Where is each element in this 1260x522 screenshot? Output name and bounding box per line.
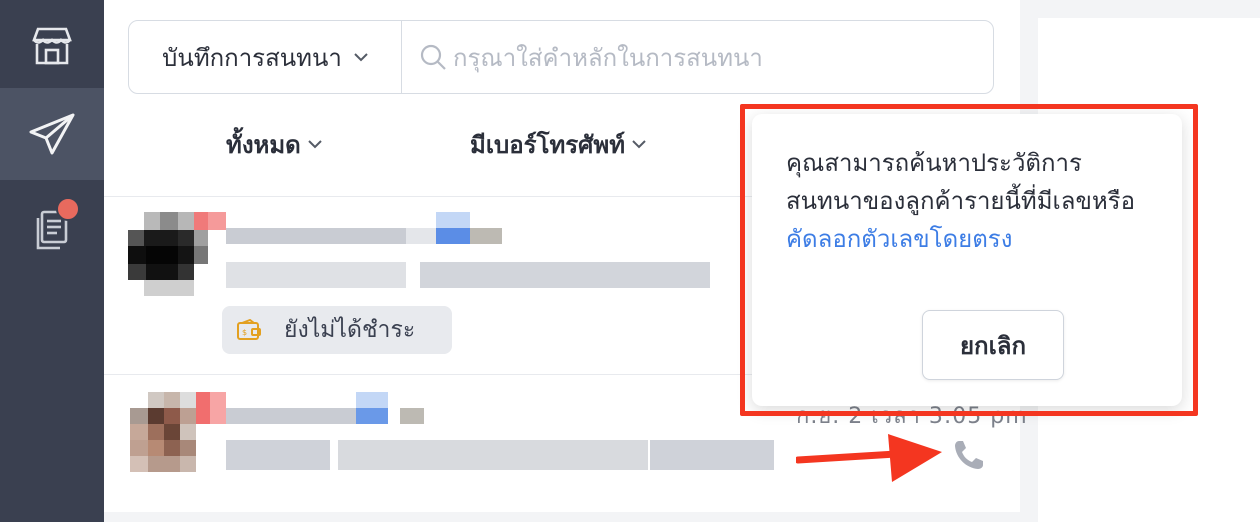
status-badge: $ ยังไม่ได้ชำระ xyxy=(222,306,452,354)
filter-phone[interactable]: มีเบอร์โทรศัพท์ xyxy=(470,124,647,164)
paper-plane-icon xyxy=(29,113,75,155)
sidebar-item-messages[interactable] xyxy=(0,88,104,180)
chevron-down-icon xyxy=(632,140,646,149)
filter-all-label: ทั้งหมด xyxy=(226,130,301,159)
phone-icon[interactable] xyxy=(952,438,986,472)
filter-all[interactable]: ทั้งหมด xyxy=(226,124,323,164)
search-type-select[interactable]: บันทึกการสนทนา xyxy=(129,21,402,93)
sidebar-item-store[interactable] xyxy=(0,0,104,92)
chevron-down-icon xyxy=(308,140,322,149)
search-type-label: บันทึกการสนทนา xyxy=(162,43,342,72)
wallet-icon: $ xyxy=(237,319,261,340)
sidebar-item-orders[interactable] xyxy=(0,184,104,276)
search-placeholder: กรุณาใส่คำหลักในการสนทนา xyxy=(453,43,763,72)
notification-badge xyxy=(56,197,80,221)
svg-text:$: $ xyxy=(242,328,247,337)
search-icon xyxy=(420,44,446,70)
status-badge-label: ยังไม่ได้ชำระ xyxy=(284,317,416,343)
sidebar xyxy=(0,0,104,522)
arrow-annotation xyxy=(796,434,942,482)
search-input[interactable]: กรุณาใส่คำหลักในการสนทนา xyxy=(419,21,763,93)
filter-phone-label: มีเบอร์โทรศัพท์ xyxy=(470,130,626,159)
chevron-down-icon xyxy=(354,53,368,62)
store-icon xyxy=(32,27,72,65)
search-bar: บันทึกการสนทนา กรุณาใส่คำหลักในการสนทนา xyxy=(128,20,994,94)
highlight-annotation xyxy=(740,104,1198,416)
